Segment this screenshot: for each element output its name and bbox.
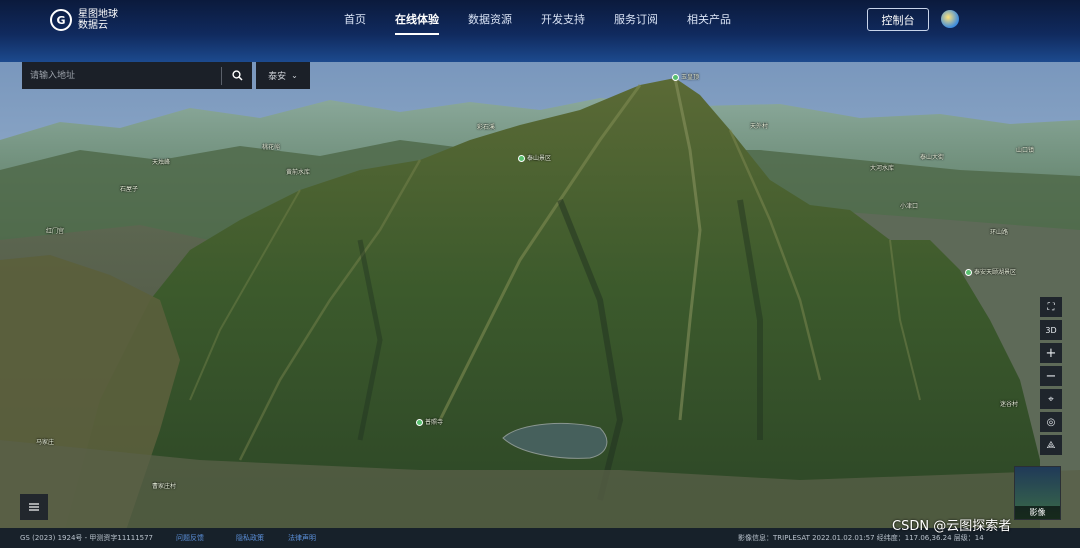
compass-button[interactable]: ⟁	[1040, 435, 1062, 455]
top-header: G 星图地球 数据云 首页 在线体验 数据资源 开发支持 服务订阅 相关产品 控…	[0, 0, 1080, 62]
map-label-scenic[interactable]: 泰山景区	[518, 153, 551, 162]
map-label-summit[interactable]: 玉皇顶	[672, 72, 699, 81]
footer-link-legal[interactable]: 法律声明	[288, 533, 316, 543]
zoom-in-button[interactable]: +	[1040, 343, 1062, 363]
map-label-right-4[interactable]: 环山路	[990, 227, 1008, 236]
target-icon: ◎	[1046, 416, 1056, 428]
footer-map-info: 影像信息：TRIPLESAT 2022.01.02.01:57 经纬度：117.…	[738, 534, 984, 542]
map-label-village-left[interactable]: 马家庄	[36, 437, 54, 446]
menu-button[interactable]	[20, 494, 48, 520]
map-label-village-right[interactable]: 迷谷村	[1000, 399, 1018, 408]
map-label-right-0[interactable]: 天外村	[750, 121, 768, 130]
chevron-down-icon: ⌄	[291, 71, 298, 80]
footer-link-feedback[interactable]: 问题反馈	[176, 533, 204, 543]
nav-dev-support[interactable]: 开发支持	[541, 0, 585, 40]
fullscreen-button[interactable]: ⛶	[1040, 297, 1062, 317]
map-label-temple[interactable]: 普照寺	[416, 417, 443, 426]
poi-icon	[518, 155, 525, 162]
address-search-input[interactable]	[22, 62, 221, 89]
layer-switcher[interactable]: 影像	[1014, 466, 1061, 520]
nav-data-resources[interactable]: 数据资源	[468, 0, 512, 40]
poi-icon	[416, 419, 423, 426]
compass-icon: ⟁	[1046, 439, 1056, 451]
map-label-left-5[interactable]: 红门宫	[46, 226, 64, 235]
search-icon	[231, 70, 243, 81]
logo-line1: 星图地球	[78, 9, 118, 20]
map-label-right-3[interactable]: 小津口	[900, 201, 918, 210]
user-avatar-icon[interactable]	[941, 10, 959, 28]
location-pin-icon: ⌖	[1048, 393, 1054, 405]
search-bar	[22, 62, 252, 89]
nav-products[interactable]: 相关产品	[687, 0, 731, 40]
console-button[interactable]: 控制台	[867, 8, 929, 31]
poi-icon	[965, 269, 972, 276]
map-label-right-2[interactable]: 泰山大街	[920, 152, 944, 161]
logo-line2: 数据云	[78, 20, 108, 31]
map-label-left-4[interactable]: 彩石溪	[477, 122, 495, 131]
zoom-in-icon: +	[1045, 345, 1057, 361]
3d-icon: 3D	[1045, 325, 1057, 335]
target-button[interactable]: ◎	[1040, 412, 1062, 432]
3d-toggle-button[interactable]: 3D	[1040, 320, 1062, 340]
nav-home[interactable]: 首页	[344, 0, 366, 40]
map-label-left-3[interactable]: 石屋子	[120, 184, 138, 193]
zoom-out-icon: −	[1045, 368, 1057, 384]
zoom-out-button[interactable]: −	[1040, 366, 1062, 386]
footer-link-privacy[interactable]: 隐私政策	[236, 533, 264, 543]
footer-copyright: GS (2023) 1924号 - 甲测资字11111577	[20, 534, 154, 542]
search-button[interactable]	[222, 62, 252, 89]
map-label-right-1[interactable]: 大河水库	[870, 163, 894, 172]
map-label-left-2[interactable]: 黄前水库	[286, 167, 310, 176]
map-label-right-park[interactable]: 泰安天颐湖景区	[965, 267, 1016, 276]
main-nav: 首页 在线体验 数据资源 开发支持 服务订阅 相关产品	[344, 0, 760, 40]
logo[interactable]: G 星图地球 数据云	[50, 9, 118, 31]
logo-icon: G	[50, 9, 72, 31]
nav-subscription[interactable]: 服务订阅	[614, 0, 658, 40]
city-select[interactable]: 泰安 ⌄	[256, 62, 310, 89]
city-select-value: 泰安	[268, 72, 287, 82]
layer-label: 影像	[1015, 506, 1060, 519]
poi-icon	[672, 74, 679, 81]
map-label-left-0[interactable]: 天烛峰	[152, 157, 170, 166]
fullscreen-icon: ⛶	[1047, 301, 1055, 313]
map-label-village-bottom[interactable]: 曹家庄村	[152, 481, 176, 490]
nav-online-experience[interactable]: 在线体验	[395, 0, 439, 40]
map-toolbar: ⛶ 3D + − ⌖ ◎ ⟁	[1040, 297, 1062, 458]
list-menu-icon	[29, 503, 39, 511]
map-label-right-5[interactable]: 山口镇	[1016, 145, 1034, 154]
locate-button[interactable]: ⌖	[1040, 389, 1062, 409]
watermark: CSDN @云图探索者	[892, 519, 1012, 534]
map-label-left-1[interactable]: 桃花峪	[262, 142, 280, 151]
